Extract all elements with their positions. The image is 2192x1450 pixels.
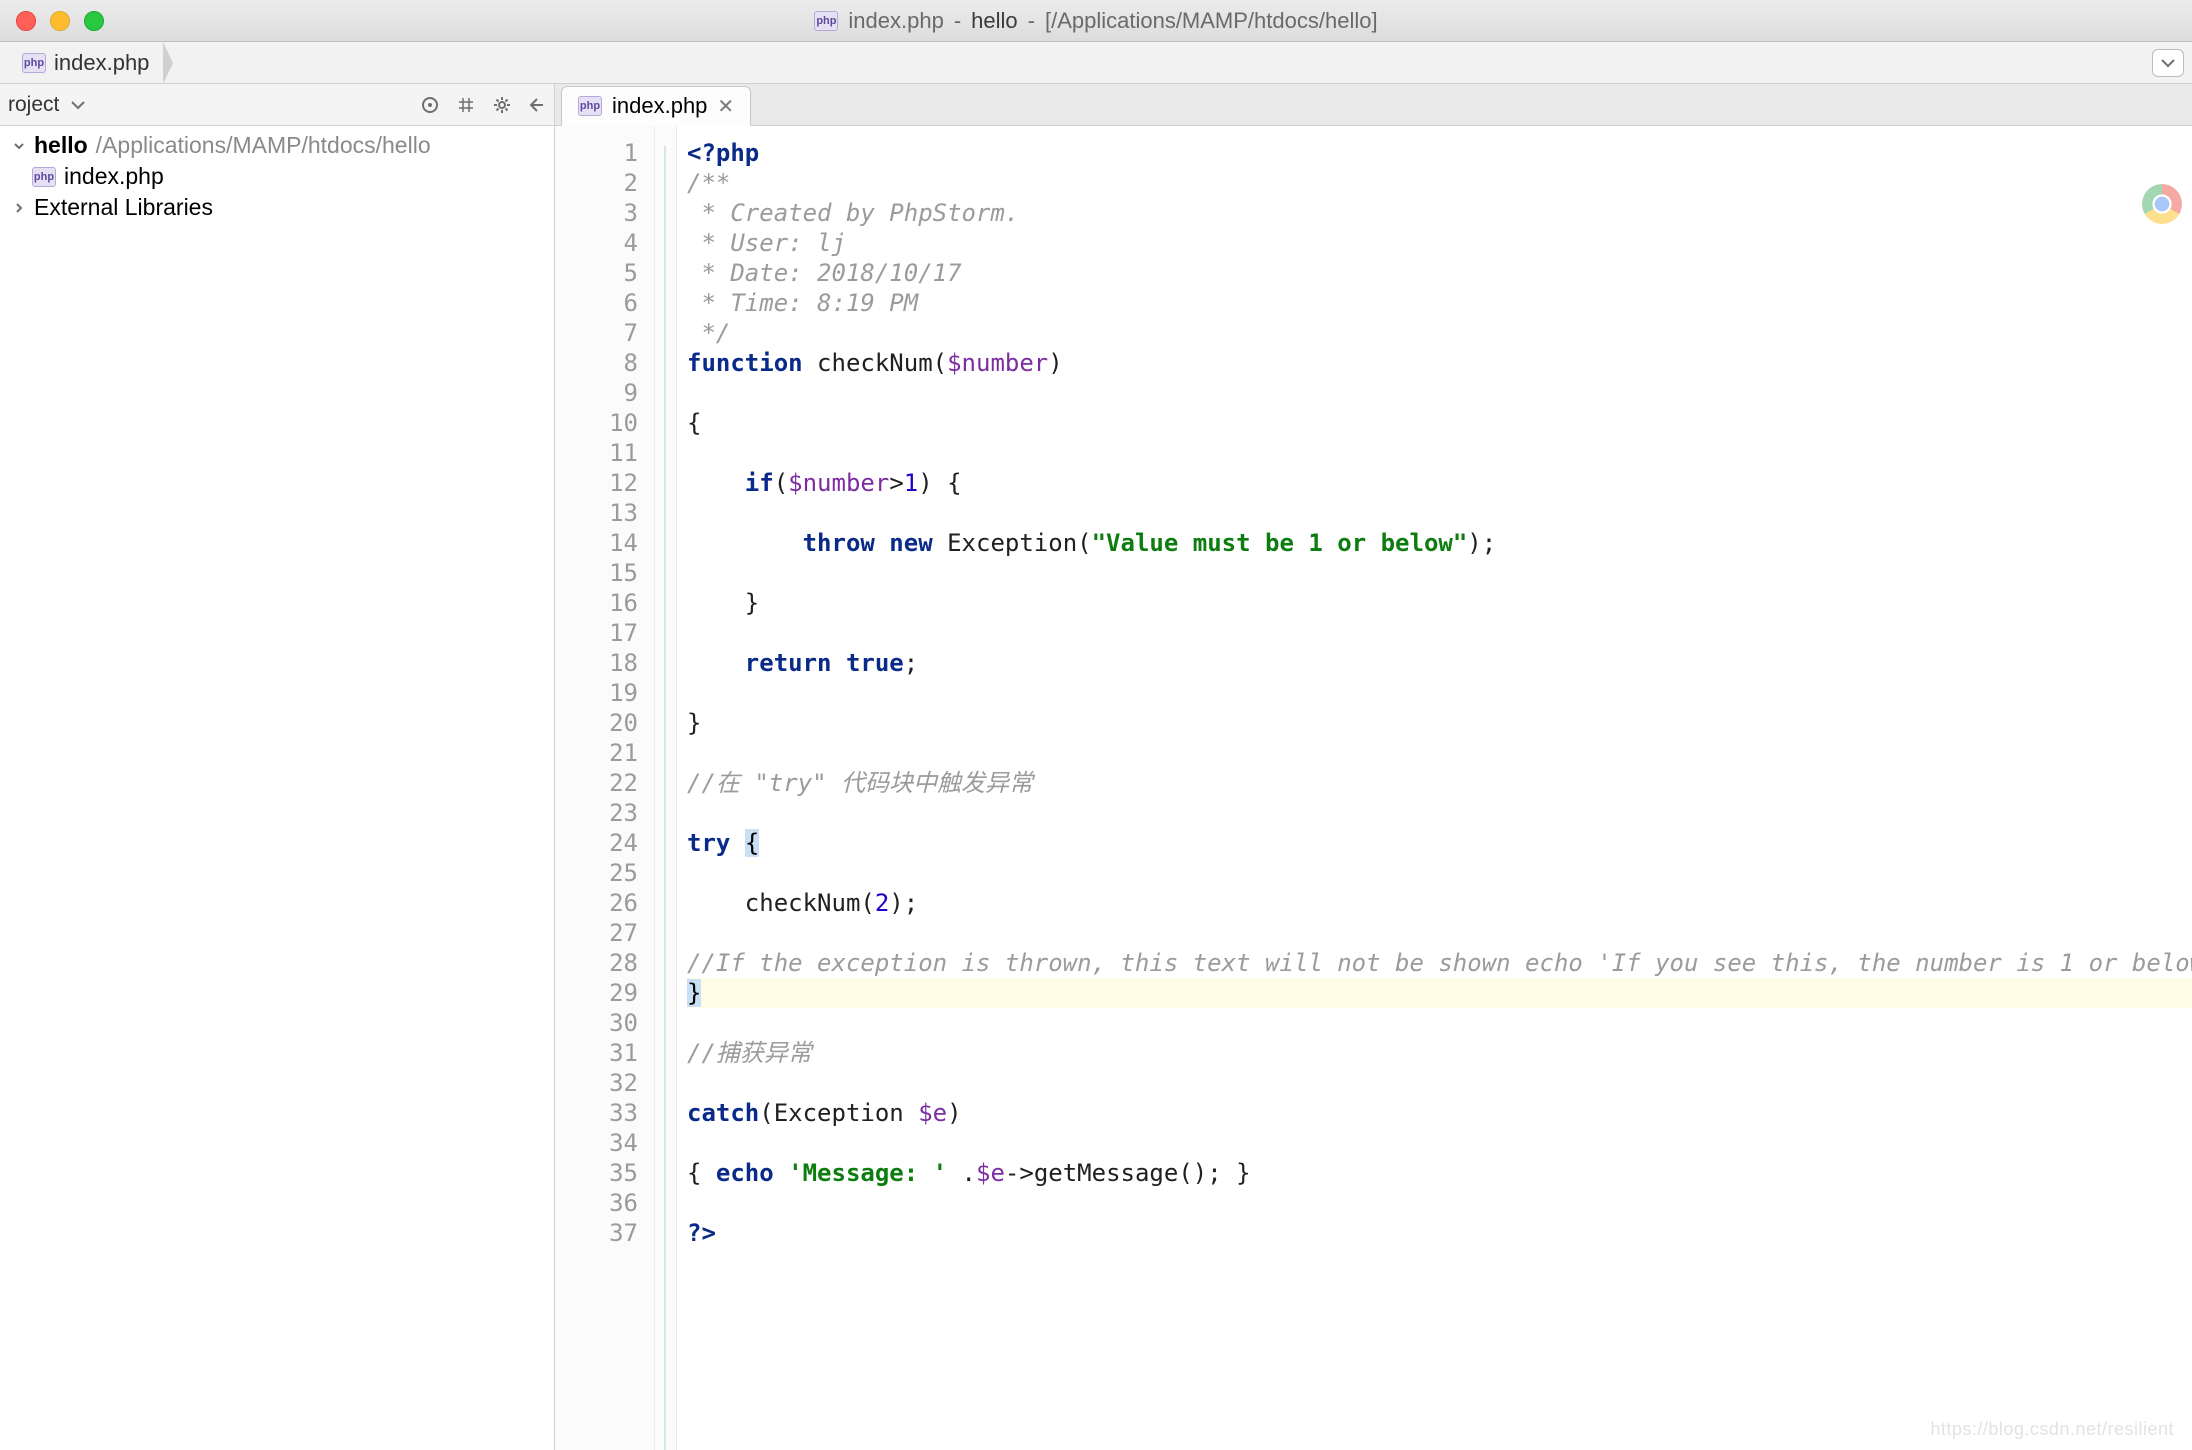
window-minimize-button[interactable] bbox=[50, 11, 70, 31]
code-line[interactable] bbox=[687, 738, 2192, 768]
title-path: [/Applications/MAMP/htdocs/hello] bbox=[1045, 8, 1378, 34]
code-line[interactable]: ?> bbox=[687, 1218, 2192, 1248]
code-line[interactable]: try { bbox=[687, 828, 2192, 858]
php-file-icon: php bbox=[22, 53, 46, 73]
code-line[interactable]: if($number>1) { bbox=[687, 468, 2192, 498]
fold-gutter[interactable] bbox=[655, 126, 677, 1450]
code-line[interactable]: } bbox=[687, 588, 2192, 618]
code-line[interactable] bbox=[687, 1128, 2192, 1158]
php-file-icon: php bbox=[814, 11, 838, 31]
code-line[interactable]: { echo 'Message: ' .$e->getMessage(); } bbox=[687, 1158, 2192, 1188]
window-controls bbox=[16, 11, 104, 31]
code-area[interactable]: <?php/** * Created by PhpStorm. * User: … bbox=[677, 126, 2192, 1450]
code-line[interactable]: <?php bbox=[687, 138, 2192, 168]
close-icon[interactable]: ✕ bbox=[717, 94, 734, 119]
chevron-right-icon bbox=[12, 194, 26, 221]
watermark-text: https://blog.csdn.net/resilient bbox=[1930, 1419, 2174, 1440]
tree-file-item[interactable]: php index.php bbox=[8, 161, 546, 192]
code-line[interactable] bbox=[687, 498, 2192, 528]
navigation-bar: php index.php bbox=[0, 42, 2192, 84]
code-line[interactable] bbox=[687, 378, 2192, 408]
line-number-gutter: 1234567891011121314151617181920212223242… bbox=[555, 126, 655, 1450]
project-name: hello bbox=[34, 132, 88, 159]
hide-icon[interactable] bbox=[528, 96, 546, 114]
code-line[interactable]: return true; bbox=[687, 648, 2192, 678]
chevron-down-icon bbox=[12, 132, 26, 159]
code-line[interactable]: throw new Exception("Value must be 1 or … bbox=[687, 528, 2192, 558]
code-line[interactable]: * Created by PhpStorm. bbox=[687, 198, 2192, 228]
editor-tab[interactable]: php index.php ✕ bbox=[561, 86, 751, 126]
window-close-button[interactable] bbox=[16, 11, 36, 31]
breadcrumb: php index.php bbox=[8, 42, 191, 83]
chevron-down-icon bbox=[2161, 58, 2175, 68]
tree-file-label: index.php bbox=[64, 163, 164, 190]
title-project: hello bbox=[971, 8, 1017, 34]
code-line[interactable]: catch(Exception $e) bbox=[687, 1098, 2192, 1128]
window-maximize-button[interactable] bbox=[84, 11, 104, 31]
external-libraries-label: External Libraries bbox=[34, 194, 213, 221]
tree-project-root[interactable]: hello /Applications/MAMP/htdocs/hello bbox=[8, 130, 546, 161]
code-line[interactable]: //If the exception is thrown, this text … bbox=[687, 948, 2192, 978]
code-line[interactable]: /** bbox=[687, 168, 2192, 198]
code-line[interactable] bbox=[687, 1008, 2192, 1038]
code-line[interactable] bbox=[687, 678, 2192, 708]
code-line[interactable]: //在 "try" 代码块中触发异常 bbox=[687, 768, 2192, 798]
code-editor[interactable]: 1234567891011121314151617181920212223242… bbox=[555, 126, 2192, 1450]
toolbar-dropdown-button[interactable] bbox=[2152, 49, 2184, 77]
code-line[interactable]: } bbox=[687, 978, 2192, 1008]
php-file-icon: php bbox=[578, 96, 602, 116]
code-line[interactable] bbox=[687, 1068, 2192, 1098]
code-line[interactable]: { bbox=[687, 408, 2192, 438]
code-line[interactable]: function checkNum($number) bbox=[687, 348, 2192, 378]
code-line[interactable]: } bbox=[687, 708, 2192, 738]
scroll-from-source-icon[interactable] bbox=[420, 95, 440, 115]
collapse-all-icon[interactable] bbox=[456, 95, 476, 115]
code-line[interactable]: * Time: 8:19 PM bbox=[687, 288, 2192, 318]
project-tool-window: roject bbox=[0, 84, 555, 1450]
breadcrumb-item[interactable]: php index.php bbox=[8, 42, 163, 83]
code-line[interactable]: * Date: 2018/10/17 bbox=[687, 258, 2192, 288]
project-tree[interactable]: hello /Applications/MAMP/htdocs/hello ph… bbox=[0, 126, 554, 227]
title-file: index.php bbox=[848, 8, 943, 34]
code-line[interactable] bbox=[687, 858, 2192, 888]
code-line[interactable] bbox=[687, 918, 2192, 948]
code-line[interactable]: checkNum(2); bbox=[687, 888, 2192, 918]
chevron-down-icon[interactable] bbox=[71, 100, 85, 110]
chrome-preview-icon[interactable] bbox=[2142, 184, 2182, 224]
code-line[interactable] bbox=[687, 798, 2192, 828]
project-toolbar: roject bbox=[0, 84, 554, 126]
code-line[interactable]: */ bbox=[687, 318, 2192, 348]
code-line[interactable] bbox=[687, 438, 2192, 468]
project-path: /Applications/MAMP/htdocs/hello bbox=[96, 132, 431, 159]
code-line[interactable] bbox=[687, 618, 2192, 648]
breadcrumb-label: index.php bbox=[54, 50, 149, 76]
gear-icon[interactable] bbox=[492, 95, 512, 115]
code-line[interactable]: * User: lj bbox=[687, 228, 2192, 258]
code-line[interactable] bbox=[687, 1188, 2192, 1218]
project-view-selector[interactable]: roject bbox=[8, 93, 59, 117]
editor-tabs: php index.php ✕ bbox=[555, 84, 2192, 126]
code-line[interactable] bbox=[687, 558, 2192, 588]
php-file-icon: php bbox=[32, 167, 56, 187]
tab-label: index.php bbox=[612, 93, 707, 119]
code-line[interactable]: //捕获异常 bbox=[687, 1038, 2192, 1068]
tree-external-libraries[interactable]: External Libraries bbox=[8, 192, 546, 223]
breadcrumb-tail[interactable] bbox=[163, 42, 191, 83]
window-title-bar: php index.php - hello - [/Applications/M… bbox=[0, 0, 2192, 42]
window-title: php index.php - hello - [/Applications/M… bbox=[814, 8, 1377, 34]
